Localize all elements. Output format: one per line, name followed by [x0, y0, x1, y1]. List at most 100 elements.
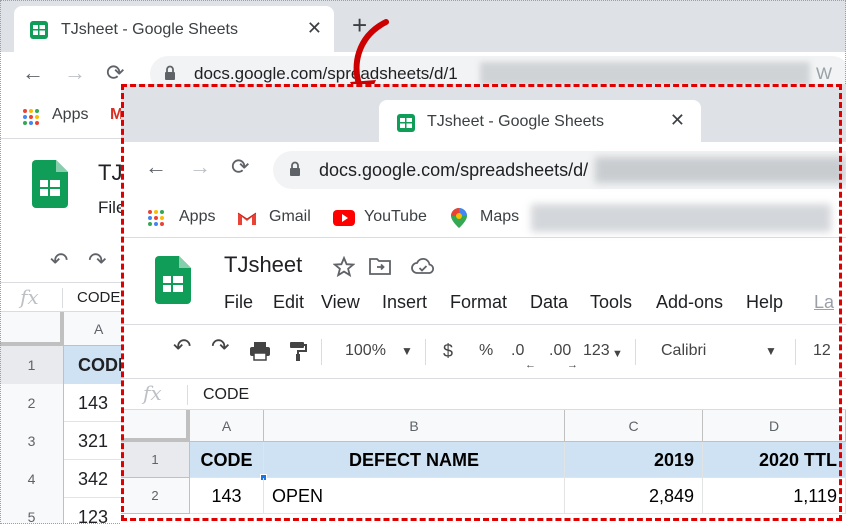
undo-icon[interactable]: ↶	[173, 336, 191, 358]
grid-corner[interactable]	[121, 410, 190, 442]
forward-icon[interactable]: →	[189, 156, 211, 178]
bg-forward-icon[interactable]: →	[64, 60, 86, 86]
menu-addons[interactable]: Add-ons	[656, 292, 723, 313]
decrease-decimal-button[interactable]: .0	[511, 341, 524, 361]
cell-d2[interactable]: 1,119	[703, 478, 846, 514]
bg-tab-title: TJsheet - Google Sheets	[61, 21, 238, 38]
cell-d1[interactable]: 2020 TTL	[703, 442, 846, 478]
sheets-favicon-icon	[397, 114, 415, 137]
menu-view[interactable]: View	[321, 292, 360, 313]
row-number-2[interactable]: 2	[121, 478, 190, 514]
bg-undo-icon[interactable]: ↶	[50, 248, 68, 274]
bg-url-text: docs.google.com/spreadsheets/d/1	[194, 64, 458, 83]
zoom-chevron-down-icon[interactable]: ▼	[401, 341, 413, 361]
print-icon[interactable]	[249, 341, 271, 367]
column-header-b[interactable]: B	[264, 410, 565, 442]
menu-insert[interactable]: Insert	[382, 292, 427, 313]
move-folder-icon[interactable]	[369, 256, 391, 281]
star-icon[interactable]	[332, 255, 356, 283]
menu-help[interactable]: Help	[746, 292, 783, 313]
formula-input[interactable]: CODE	[203, 386, 249, 404]
menu-tools[interactable]: Tools	[590, 292, 632, 313]
divider	[321, 339, 322, 365]
bg-row-number[interactable]: 5	[0, 498, 64, 524]
column-header-d[interactable]: D	[703, 410, 846, 442]
font-size-input[interactable]: 12	[813, 341, 831, 361]
cell-b1[interactable]: DEFECT NAME	[264, 442, 565, 478]
redo-icon[interactable]: ↷	[211, 336, 229, 358]
bg-url-blurred	[480, 62, 810, 86]
bg-row-number[interactable]: 2	[0, 384, 64, 422]
sheets-favicon-icon	[30, 21, 48, 44]
bg-fx-icon: fx	[20, 285, 39, 309]
menu-edit[interactable]: Edit	[273, 292, 304, 313]
tab-close-icon[interactable]: ✕	[670, 110, 685, 131]
apps-grid-icon[interactable]	[147, 209, 165, 232]
url-text: docs.google.com/spreadsheets/d/	[319, 160, 589, 180]
bookmark-gmail[interactable]: Gmail	[269, 208, 311, 226]
bg-back-icon[interactable]: ←	[22, 60, 44, 86]
browser-tab[interactable]: TJsheet - Google Sheets ✕	[379, 100, 701, 144]
cell-a2[interactable]: 143	[190, 478, 264, 514]
cell-c1[interactable]: 2019	[565, 442, 703, 478]
bg-bookmark-apps[interactable]: Apps	[52, 106, 88, 124]
bg-row-number[interactable]: 3	[0, 422, 64, 460]
gmail-icon[interactable]	[237, 211, 257, 231]
bookmark-apps[interactable]: Apps	[179, 208, 215, 226]
youtube-icon[interactable]	[333, 210, 355, 231]
bookmarks-bar: Apps Gmail YouTube Maps	[121, 198, 846, 238]
paint-format-icon[interactable]	[289, 341, 307, 367]
divider	[425, 339, 426, 365]
currency-format-button[interactable]: $	[443, 341, 453, 361]
font-select[interactable]: Calibri	[661, 341, 706, 361]
apps-grid-icon[interactable]	[22, 108, 40, 131]
column-header-a[interactable]: A	[190, 410, 264, 442]
bg-redo-icon[interactable]: ↷	[88, 248, 106, 274]
sheets-header: TJsheet File Edit View Insert Format Dat…	[121, 238, 846, 324]
menu-format[interactable]: Format	[450, 292, 507, 313]
column-header-c[interactable]: C	[565, 410, 703, 442]
bg-column-label: A	[94, 321, 104, 337]
menu-data[interactable]: Data	[530, 292, 568, 313]
address-bar[interactable]: docs.google.com/spreadsheets/d/	[273, 151, 846, 189]
bg-reload-icon[interactable]: ⟳	[106, 60, 124, 86]
bg-tab-close-icon[interactable]: ✕	[307, 18, 322, 39]
cloud-saved-icon[interactable]	[411, 256, 435, 281]
cell-a1[interactable]: CODE	[190, 442, 264, 478]
doc-title[interactable]: TJsheet	[224, 252, 302, 278]
arrow-right-icon: →	[567, 359, 578, 371]
more-formats-button[interactable]: 123	[583, 341, 610, 361]
percent-format-button[interactable]: %	[479, 341, 493, 361]
formula-bar: fx CODE	[121, 378, 846, 410]
bg-sheets-logo-icon[interactable]	[32, 160, 68, 213]
zoomed-browser-window: TJsheet - Google Sheets ✕ ← → ⟳ docs.goo…	[121, 84, 846, 524]
divider	[187, 385, 188, 405]
lock-icon[interactable]	[289, 161, 301, 182]
maps-pin-icon[interactable]	[451, 208, 467, 233]
bg-tab[interactable]: TJsheet - Google Sheets ✕	[14, 6, 334, 52]
reload-icon[interactable]: ⟳	[231, 156, 249, 178]
menu-last-edit[interactable]: La	[814, 292, 834, 313]
bg-row-number[interactable]: 1	[0, 346, 64, 384]
menu-file[interactable]: File	[224, 292, 253, 313]
back-icon[interactable]: ←	[145, 156, 167, 178]
zoom-select[interactable]: 100%	[345, 341, 386, 361]
bg-formula-value[interactable]: CODE	[77, 289, 120, 306]
bookmark-youtube[interactable]: YouTube	[364, 208, 427, 226]
divider	[635, 339, 636, 365]
url-blurred	[595, 157, 845, 183]
cell-b2[interactable]: OPEN	[264, 478, 565, 514]
bg-tab-strip: TJsheet - Google Sheets ✕ +	[0, 0, 846, 52]
bookmark-maps[interactable]: Maps	[480, 208, 519, 226]
cell-c2[interactable]: 2,849	[565, 478, 703, 514]
formats-chevron-down-icon[interactable]: ▼	[612, 344, 623, 364]
sheets-logo-icon[interactable]	[155, 256, 191, 309]
bg-url-tail: W	[815, 64, 832, 83]
tab-title: TJsheet - Google Sheets	[427, 113, 604, 130]
row-number-1[interactable]: 1	[121, 442, 190, 478]
font-chevron-down-icon[interactable]: ▼	[765, 341, 777, 361]
bg-row-number[interactable]: 4	[0, 460, 64, 498]
bg-grid-corner[interactable]	[0, 312, 64, 346]
divider	[795, 339, 796, 365]
fx-icon: fx	[143, 381, 162, 405]
